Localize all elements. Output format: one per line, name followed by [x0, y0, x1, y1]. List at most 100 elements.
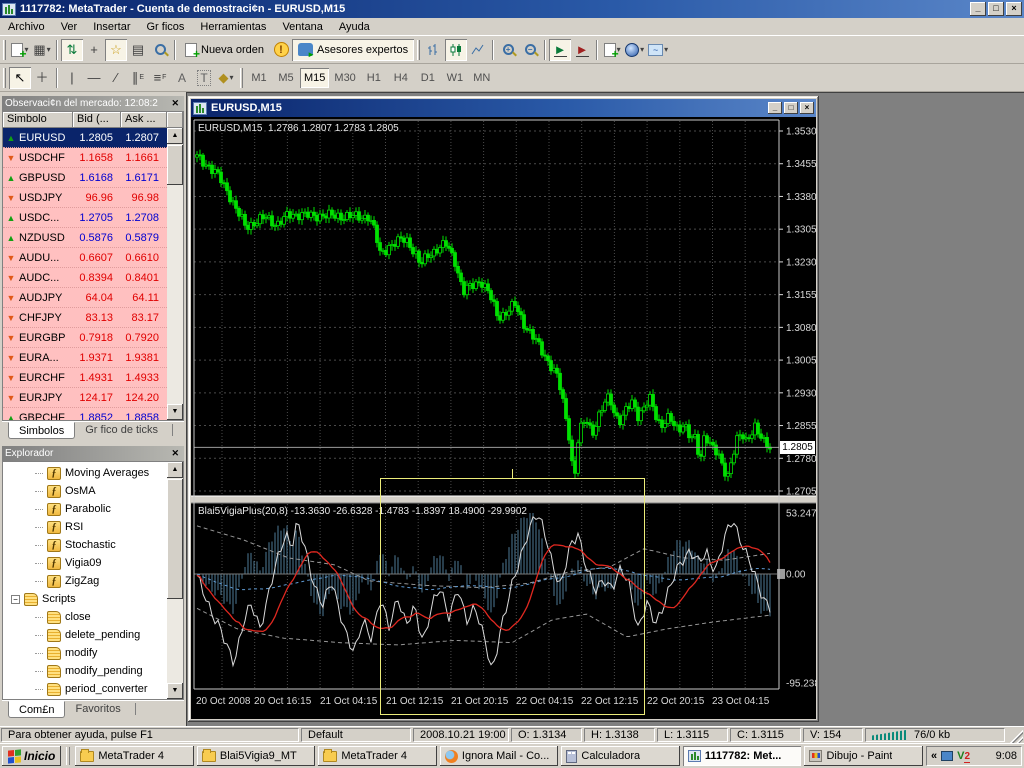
tab-simbolos[interactable]: Simbolos [8, 422, 75, 439]
tab-comun[interactable]: Com£n [8, 701, 65, 718]
minimize-button[interactable]: _ [970, 2, 986, 16]
menu-ver[interactable]: Ver [53, 19, 86, 35]
timeframe-w1[interactable]: W1 [442, 68, 468, 88]
table-row[interactable]: ▼AUDJPY64.0464.11 [3, 288, 167, 308]
text-label-tool[interactable]: T [193, 67, 215, 89]
expert-advisors-button[interactable]: Asesores expertos [292, 39, 414, 61]
periods-button[interactable]: ▾ [623, 39, 646, 61]
taskbar-grip[interactable] [66, 747, 70, 765]
chart-client-area[interactable]: 1.35301.34551.33801.33051.32301.31551.30… [191, 117, 816, 719]
tree-item-stochastic[interactable]: ƒStochastic [3, 536, 167, 554]
toolbar-grip[interactable] [417, 40, 420, 60]
chart-shift-toggle[interactable]: ► [571, 39, 593, 61]
vertical-line-tool[interactable]: | [61, 67, 83, 89]
cursor-tool[interactable]: ↖ [9, 67, 31, 89]
alerts-button[interactable]: ! [270, 39, 292, 61]
market-watch-caption[interactable]: Observaci¢n del mercado: 12:08:2 ✕ [2, 96, 184, 111]
text-tool[interactable]: A [171, 67, 193, 89]
table-row[interactable]: ▲GBPCHF1.88521.8858 [3, 408, 167, 421]
column-ask[interactable]: Ask ... [121, 112, 167, 128]
scroll-down-icon[interactable]: ▼ [167, 683, 183, 699]
timeframe-m30[interactable]: M30 [330, 68, 359, 88]
navigator-close-icon[interactable]: ✕ [169, 448, 181, 459]
task-button-metatrader-4[interactable]: MetaTrader 4 [75, 746, 194, 766]
tray-chevron[interactable]: « [931, 750, 937, 762]
table-row[interactable]: ▼EURJPY124.17124.20 [3, 388, 167, 408]
scroll-up-icon[interactable]: ▲ [167, 462, 183, 478]
trendline-tool[interactable]: ∕ [105, 67, 127, 89]
terminal-toggle[interactable]: ▤ [127, 39, 149, 61]
table-row[interactable]: ▲USDC...1.27051.2708 [3, 208, 167, 228]
chart-close-button[interactable]: × [800, 102, 814, 114]
table-row[interactable]: ▼EURGBP0.79180.7920 [3, 328, 167, 348]
scroll-thumb[interactable] [167, 145, 183, 185]
scroll-up-icon[interactable]: ▲ [167, 128, 183, 144]
timeframe-m5[interactable]: M5 [273, 68, 299, 88]
bar-chart-button[interactable] [423, 39, 445, 61]
line-chart-button[interactable] [467, 39, 489, 61]
table-row[interactable]: ▼EURA...1.93711.9381 [3, 348, 167, 368]
market-watch-toggle[interactable]: ⇅ [61, 39, 83, 61]
network-monitor-icon[interactable] [941, 751, 953, 761]
tree-item-delete_pending[interactable]: delete_pending [3, 626, 167, 644]
market-watch-scrollbar[interactable]: ▲ ▼ [167, 128, 183, 420]
menu-herramientas[interactable]: Herramientas [192, 19, 274, 35]
timeframe-d1[interactable]: D1 [415, 68, 441, 88]
antivirus-icon[interactable]: V2 [957, 750, 970, 762]
market-watch-close-icon[interactable]: ✕ [169, 98, 181, 109]
tree-item-period_converter[interactable]: period_converter [3, 680, 167, 698]
auto-scroll-toggle[interactable]: ► [549, 39, 571, 61]
tree-item-modify[interactable]: modify [3, 644, 167, 662]
tree-item-zigzag[interactable]: ƒZigZag [3, 572, 167, 590]
menu-ventana[interactable]: Ventana [274, 19, 330, 35]
start-button[interactable]: Inicio [2, 746, 61, 766]
scroll-down-icon[interactable]: ▼ [167, 404, 183, 420]
indicators-button[interactable]: ▾ [601, 39, 623, 61]
channel-tool[interactable]: ∥E [127, 67, 149, 89]
task-button-calculadora[interactable]: Calculadora [561, 746, 680, 766]
timeframe-h4[interactable]: H4 [388, 68, 414, 88]
status-profile[interactable]: Default [301, 728, 411, 742]
crosshair-tool[interactable]: ＋ [31, 67, 53, 89]
timeframe-mn[interactable]: MN [469, 68, 495, 88]
data-window-button[interactable]: + [83, 39, 105, 61]
table-row[interactable]: ▲NZDUSD0.58760.5879 [3, 228, 167, 248]
navigator-toggle[interactable]: ☆ [105, 39, 127, 61]
new-order-button[interactable]: Nueva orden [179, 39, 270, 61]
timeframe-h1[interactable]: H1 [361, 68, 387, 88]
tree-item-rsi[interactable]: ƒRSI [3, 518, 167, 536]
table-row[interactable]: ▼USDCHF1.16581.1661 [3, 148, 167, 168]
strategy-tester-button[interactable] [149, 39, 171, 61]
tree-item-parabolic[interactable]: ƒParabolic [3, 500, 167, 518]
zoom-in-button[interactable]: + [497, 39, 519, 61]
table-row[interactable]: ▲EURUSD1.28051.2807 [3, 128, 167, 148]
task-button-blai5vigia9_mt[interactable]: Blai5Vigia9_MT [197, 746, 316, 766]
table-row[interactable]: ▼EURCHF1.49311.4933 [3, 368, 167, 388]
navigator-scrollbar[interactable]: ▲ ▼ [167, 462, 183, 699]
candlestick-button[interactable] [445, 39, 467, 61]
chart-window-titlebar[interactable]: EURUSD,M15 _ □ × [191, 99, 816, 117]
menu-gr-ficos[interactable]: Gr ficos [139, 19, 193, 35]
column-bid[interactable]: Bid (... [73, 112, 121, 128]
task-button-ignora-mail-co-[interactable]: Ignora Mail - Co... [440, 746, 559, 766]
table-row[interactable]: ▲GBPUSD1.61681.6171 [3, 168, 167, 188]
toolbar-grip[interactable] [240, 68, 243, 88]
menu-ayuda[interactable]: Ayuda [331, 19, 378, 35]
timeframe-m15[interactable]: M15 [300, 68, 329, 88]
task-button-metatrader-4[interactable]: MetaTrader 4 [318, 746, 437, 766]
tree-item-osma[interactable]: ƒOsMA [3, 482, 167, 500]
collapse-icon[interactable]: − [11, 595, 20, 604]
task-button-1117782-met-[interactable]: 1117782: Met... [683, 746, 802, 766]
table-row[interactable]: ▼CHFJPY83.1383.17 [3, 308, 167, 328]
timeframe-m1[interactable]: M1 [246, 68, 272, 88]
table-row[interactable]: ▼AUDU...0.66070.6610 [3, 248, 167, 268]
templates-button[interactable]: ~▾ [646, 39, 670, 61]
task-button-dibujo-paint[interactable]: Dibujo - Paint [804, 746, 923, 766]
menu-archivo[interactable]: Archivo [0, 19, 53, 35]
column-symbol[interactable]: Simbolo [3, 112, 73, 128]
table-row[interactable]: ▼AUDC...0.83940.8401 [3, 268, 167, 288]
navigator-caption[interactable]: Explorador ✕ [2, 446, 184, 461]
new-chart-button[interactable]: ▾ [9, 39, 31, 61]
tree-item-vigia09[interactable]: ƒVigia09 [3, 554, 167, 572]
profiles-button[interactable]: ▦▾ [31, 39, 53, 61]
